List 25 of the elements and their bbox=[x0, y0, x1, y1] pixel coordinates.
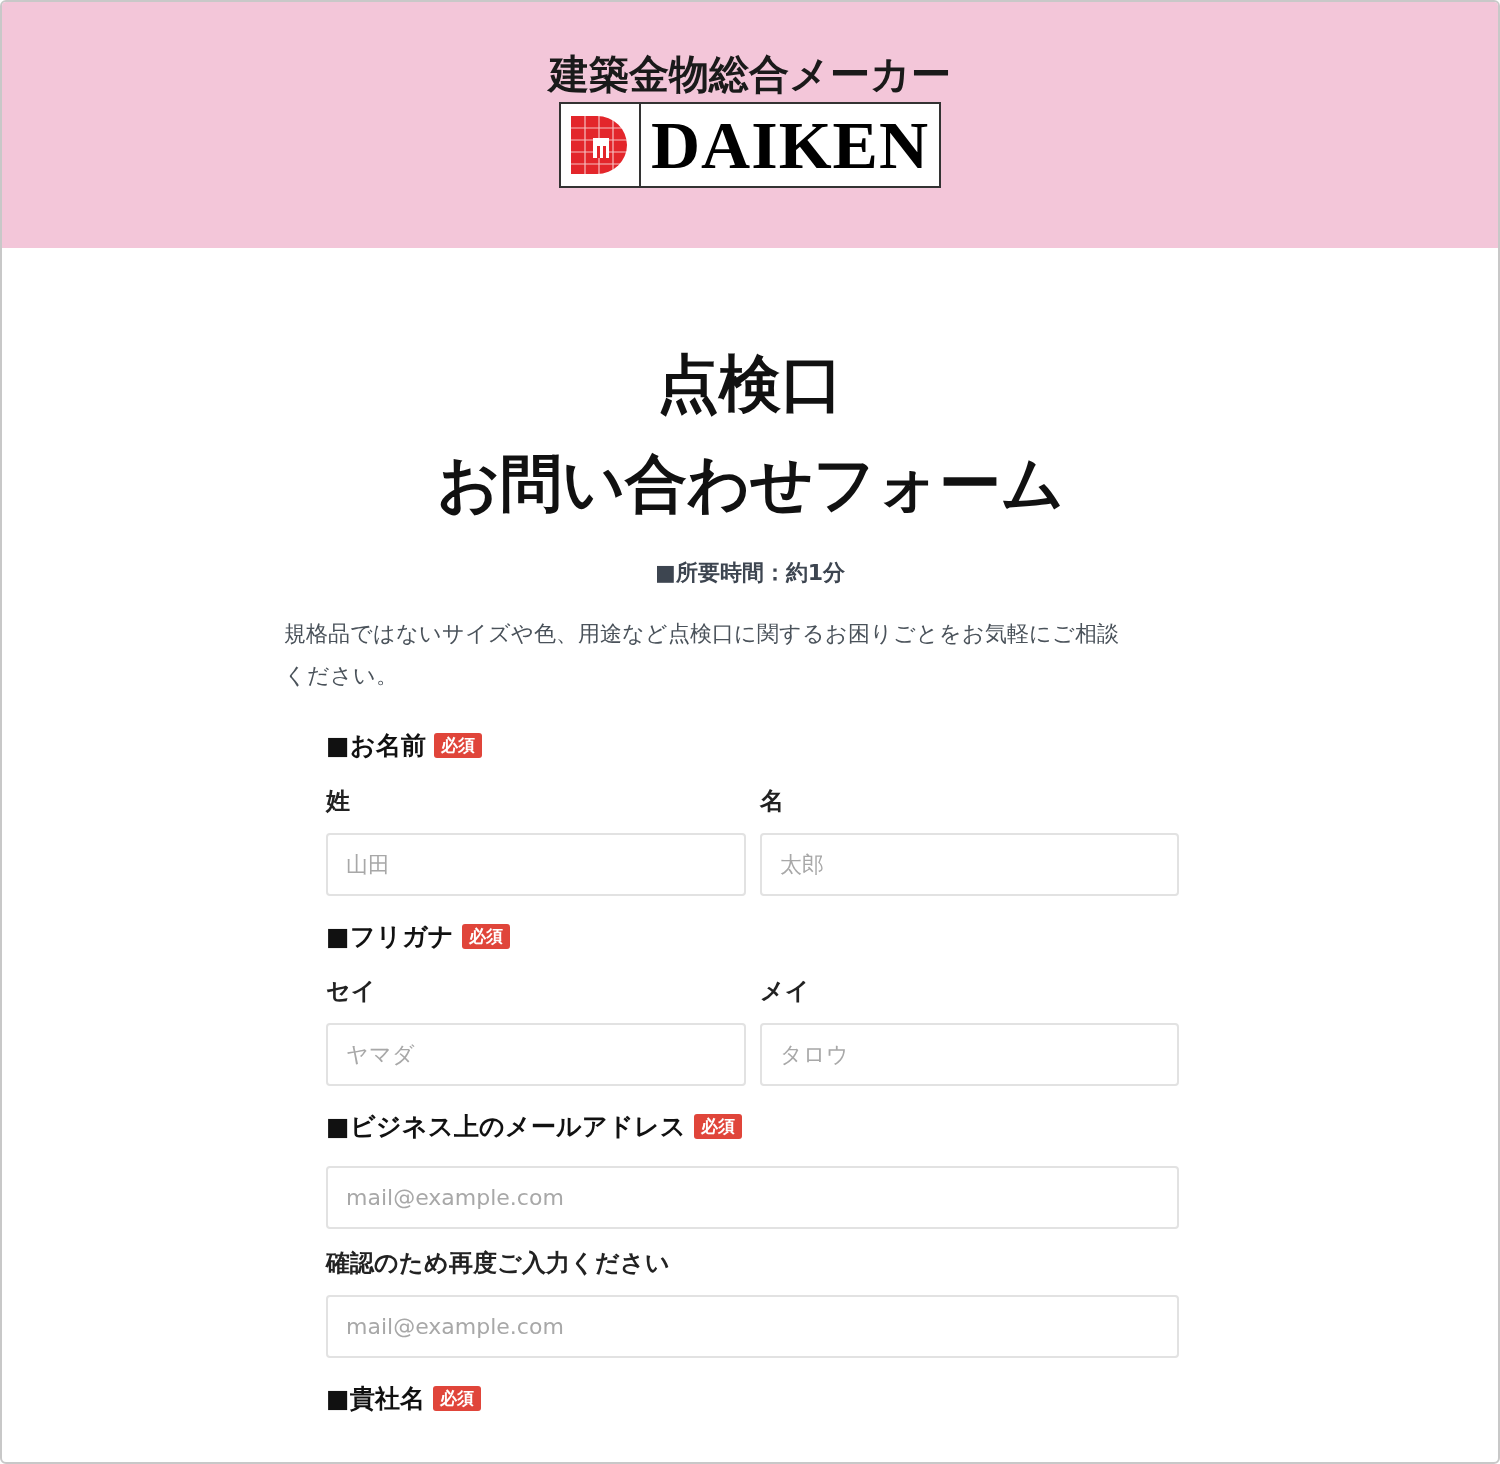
section-label: ■お名前 bbox=[326, 730, 426, 762]
input-field[interactable]: mail@example.com bbox=[326, 1294, 1179, 1358]
tagline: 建築金物総合メーカー bbox=[549, 54, 951, 94]
required-badge: 必須 bbox=[433, 733, 482, 759]
brand-name: DAIKEN bbox=[649, 106, 930, 185]
field-label: 姓 bbox=[326, 785, 351, 817]
input-field[interactable]: ヤマダ bbox=[326, 1023, 746, 1086]
duration-note: ■所要時間：約1分 bbox=[654, 559, 846, 587]
required-badge: 必須 bbox=[693, 1114, 742, 1140]
input-field[interactable]: mail@example.com bbox=[326, 1165, 1179, 1229]
input-field[interactable]: 太郎 bbox=[759, 832, 1179, 896]
form-title: お問い合わせフォーム bbox=[436, 446, 1064, 522]
input-field[interactable]: 山田 bbox=[326, 832, 746, 896]
section-label: ■貴社名 bbox=[326, 1382, 425, 1415]
section-label: ■フリガナ bbox=[326, 920, 454, 953]
field-label: メイ bbox=[759, 976, 811, 1007]
section-label: ■ビジネス上のメールアドレス bbox=[326, 1111, 686, 1143]
required-badge: 必須 bbox=[461, 923, 510, 949]
form-title: 点検口 bbox=[657, 346, 843, 422]
field-label: 確認のため再度ご入力ください bbox=[326, 1247, 671, 1279]
intro-text: 規格品ではないサイズや色、用途など点検口に関するお困りごとをお気軽にご相談ください。 bbox=[284, 620, 1120, 690]
field-label: 名 bbox=[759, 785, 785, 817]
input-field[interactable]: タロウ bbox=[759, 1023, 1179, 1086]
field-label: セイ bbox=[326, 976, 377, 1007]
required-badge: 必須 bbox=[432, 1385, 481, 1411]
